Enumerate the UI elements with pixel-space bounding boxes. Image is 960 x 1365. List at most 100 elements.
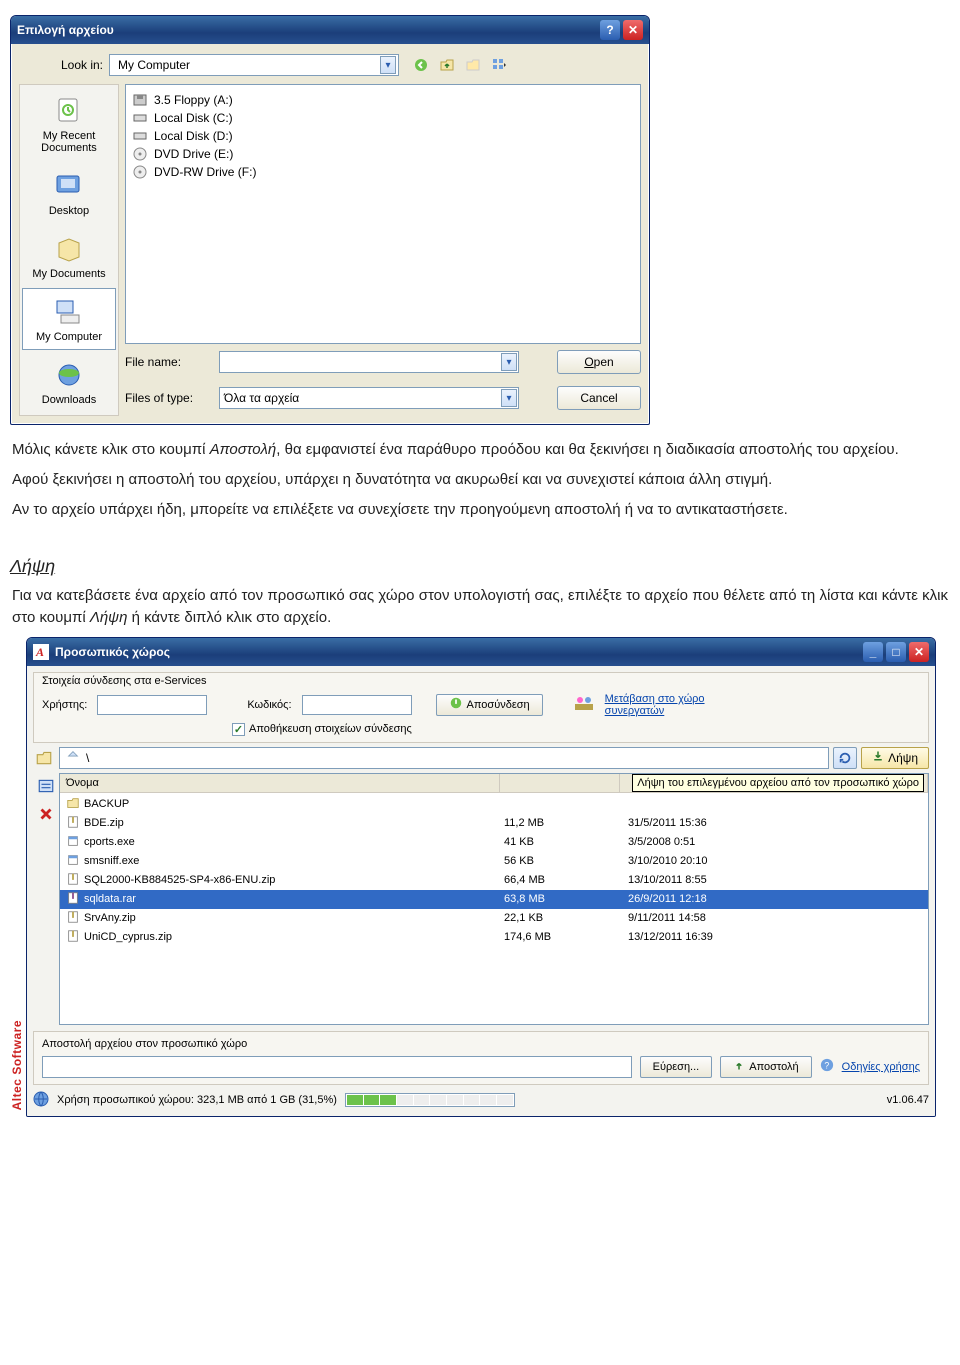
minimize-button[interactable]: _ <box>863 642 883 662</box>
file-row[interactable]: BDE.zip11,2 MB31/5/2011 15:36 <box>60 814 928 833</box>
zip-icon <box>66 872 80 889</box>
doc-paragraph-3: Αν το αρχείο υπάρχει ήδη, μπορείτε να επ… <box>12 499 948 521</box>
chevron-down-icon[interactable]: ▾ <box>501 389 517 407</box>
path-box[interactable]: \ <box>59 747 829 769</box>
refresh-button[interactable] <box>833 747 857 769</box>
save-credentials-checkbox[interactable]: ✓ <box>232 723 245 736</box>
delete-button[interactable] <box>35 803 57 825</box>
doc-paragraph-2: Αφού ξεκινήσει η αποστολή του αρχείου, υ… <box>12 469 948 491</box>
upload-icon <box>733 1059 745 1074</box>
open-button[interactable]: Open <box>557 350 641 374</box>
help-button[interactable]: ? <box>600 20 620 40</box>
file-row[interactable]: sqldata.rar63,8 MB26/9/2011 12:18 <box>60 890 928 909</box>
download-icon <box>872 750 884 765</box>
files-of-type-combo[interactable]: Όλα τα αρχεία ▾ <box>219 387 519 409</box>
zip-icon <box>66 815 80 832</box>
up-folder-icon[interactable] <box>437 55 457 75</box>
brand-label: Altec Software <box>10 1020 24 1110</box>
look-in-value: My Computer <box>118 58 376 72</box>
drive-e[interactable]: DVD Drive (E:) <box>132 145 634 163</box>
drive-c[interactable]: Local Disk (C:) <box>132 109 634 127</box>
file-row[interactable]: BACKUP <box>60 795 928 814</box>
drive-floppy[interactable]: 3.5 Floppy (A:) <box>132 91 634 109</box>
svg-text:A: A <box>35 645 44 659</box>
place-computer[interactable]: My Computer <box>22 288 116 350</box>
save-credentials-label: Αποθήκευση στοιχείων σύνδεσης <box>249 723 412 735</box>
connection-box: Στοιχεία σύνδεσης στα e-Services Χρήστης… <box>33 672 929 743</box>
personal-space-titlebar[interactable]: A Προσωπικός χώρος _ □ ✕ <box>27 638 935 666</box>
download-tooltip: Λήψη του επιλεγμένου αρχείου από τον προ… <box>632 774 924 792</box>
downloads-icon <box>52 358 86 392</box>
app-icon: A <box>33 644 49 660</box>
file-name-input[interactable]: ▾ <box>219 351 519 373</box>
files-of-type-label: Files of type: <box>125 391 213 405</box>
place-recent[interactable]: My Recent Documents <box>22 87 116 161</box>
help-icon: ? <box>820 1058 834 1075</box>
look-in-combo[interactable]: My Computer ▾ <box>109 54 399 76</box>
upload-box: Αποστολή αρχείου στον προσωπικό χώρο Εύρ… <box>33 1031 929 1085</box>
password-input[interactable] <box>302 695 412 715</box>
partners-link[interactable]: Μετάβαση στο χώρο συνεργατών <box>605 693 745 717</box>
computer-icon <box>52 295 86 329</box>
properties-button[interactable] <box>35 775 57 797</box>
file-chooser-title: Επιλογή αρχείου <box>17 23 600 37</box>
doc-paragraph-1: Μόλις κάνετε κλικ στο κουμπί Αποστολή, θ… <box>12 439 948 461</box>
rar-icon <box>66 891 80 908</box>
folder-icon <box>66 796 80 813</box>
file-row[interactable]: smsniff.exe56 KB3/10/2010 20:10 <box>60 852 928 871</box>
folder-open-icon[interactable] <box>33 749 55 767</box>
doc-paragraph-4: Για να κατεβάσετε ένα αρχείο από τον προ… <box>12 585 948 629</box>
drive-d[interactable]: Local Disk (D:) <box>132 127 634 145</box>
back-icon[interactable] <box>411 55 431 75</box>
look-in-label: Look in: <box>23 58 103 72</box>
svg-text:?: ? <box>824 1061 829 1071</box>
current-path: \ <box>86 751 89 765</box>
usage-progress <box>345 1093 515 1107</box>
exe-icon <box>66 834 80 851</box>
file-list-pane[interactable]: 3.5 Floppy (A:) Local Disk (C:) Local Di… <box>125 84 641 344</box>
new-folder-icon[interactable] <box>463 55 483 75</box>
close-button[interactable]: ✕ <box>623 20 643 40</box>
file-row[interactable]: SQL2000-KB884525-SP4-x86-ENU.zip66,4 MB1… <box>60 871 928 890</box>
column-name[interactable]: Όνομα <box>60 774 500 792</box>
maximize-button[interactable]: □ <box>886 642 906 662</box>
usage-text: Χρήση προσωπικού χώρου: 323,1 MB από 1 G… <box>57 1094 337 1106</box>
download-button[interactable]: Λήψη <box>861 747 929 769</box>
view-menu-icon[interactable] <box>489 55 509 75</box>
places-bar: My Recent Documents Desktop My Documents… <box>19 84 119 416</box>
help-link[interactable]: Οδηγίες χρήσης <box>842 1061 920 1073</box>
chevron-down-icon[interactable]: ▾ <box>380 56 396 74</box>
connection-title: Στοιχεία σύνδεσης στα e-Services <box>42 675 920 687</box>
chevron-down-icon[interactable]: ▾ <box>501 353 517 371</box>
file-row[interactable]: cports.exe41 KB3/5/2008 0:51 <box>60 833 928 852</box>
file-row[interactable]: SrvAny.zip22,1 KB9/11/2011 14:58 <box>60 909 928 928</box>
file-chooser-dialog: Επιλογή αρχείου ? ✕ Look in: My Computer… <box>10 15 650 425</box>
close-button[interactable]: ✕ <box>909 642 929 662</box>
exe-icon <box>66 853 80 870</box>
personal-space-title: Προσωπικός χώρος <box>55 645 863 659</box>
file-row[interactable]: UniCD_cyprus.zip174,6 MB13/12/2011 16:39 <box>60 928 928 947</box>
version-label: v1.06.47 <box>887 1094 929 1106</box>
upload-button[interactable]: Αποστολή <box>720 1056 811 1078</box>
partners-icon <box>573 694 595 715</box>
place-desktop[interactable]: Desktop <box>22 162 116 224</box>
documents-icon <box>52 232 86 266</box>
cancel-button[interactable]: Cancel <box>557 386 641 410</box>
remote-file-view[interactable]: Όνομα Λήψη του επιλεγμένου αρχείου από τ… <box>59 773 929 1025</box>
file-name-label: File name: <box>125 355 213 369</box>
place-documents[interactable]: My Documents <box>22 225 116 287</box>
place-downloads[interactable]: Downloads <box>22 351 116 413</box>
up-icon[interactable] <box>66 749 80 766</box>
browse-button[interactable]: Εύρεση... <box>640 1056 713 1078</box>
column-size[interactable] <box>500 774 620 792</box>
zip-icon <box>66 929 80 946</box>
drive-f[interactable]: DVD-RW Drive (F:) <box>132 163 634 181</box>
user-input[interactable] <box>97 695 207 715</box>
file-chooser-titlebar[interactable]: Επιλογή αρχείου ? ✕ <box>11 16 649 44</box>
globe-icon <box>33 1091 49 1110</box>
logout-button[interactable]: Αποσύνδεση <box>436 694 543 716</box>
upload-title: Αποστολή αρχείου στον προσωπικό χώρο <box>42 1038 920 1050</box>
zip-icon <box>66 910 80 927</box>
logout-icon <box>449 696 463 713</box>
upload-path-input[interactable] <box>42 1056 632 1078</box>
